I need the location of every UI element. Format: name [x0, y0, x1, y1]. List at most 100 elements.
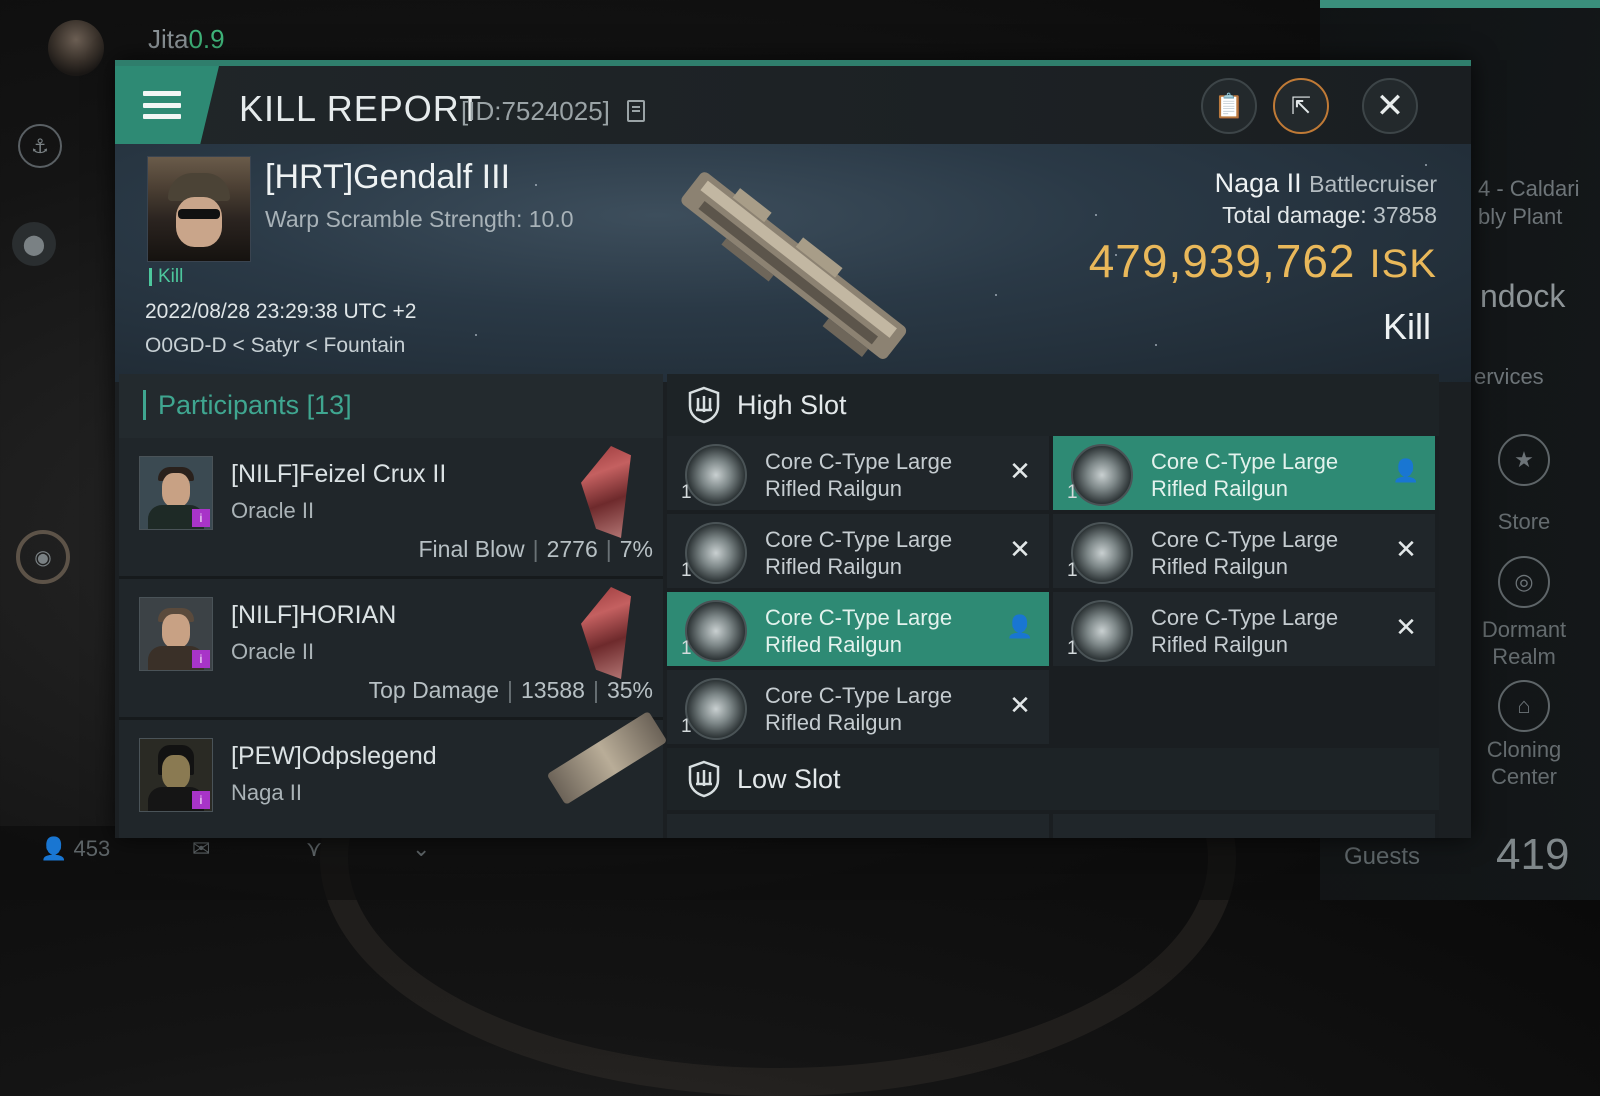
victim-ship-image[interactable] — [645, 154, 945, 374]
hamburger-icon — [143, 91, 181, 119]
railgun-icon — [685, 444, 747, 506]
high-slot-icon — [688, 386, 720, 424]
railgun-icon — [685, 600, 747, 662]
guests-count: 419 — [1496, 830, 1570, 879]
location-pin-icon[interactable]: ⬤ — [12, 222, 56, 266]
railgun-icon — [1071, 600, 1133, 662]
participant-portrait: i — [139, 597, 213, 671]
kill-id: [ID:7524025] — [461, 96, 610, 126]
store-label[interactable]: Store — [1472, 508, 1576, 535]
low-slot-label: Low Slot — [737, 764, 841, 794]
victim-portrait[interactable] — [147, 156, 251, 262]
kill-tag: Kill — [149, 267, 183, 286]
station-name-fragment: 4 - Caldari — [1478, 176, 1580, 201]
module-quantity: 1 — [681, 482, 692, 503]
participant-row[interactable]: i [NILF]HORIAN Oracle II Top Damage | 1358… — [119, 579, 663, 720]
mail-icon[interactable]: ✉ — [192, 836, 210, 862]
dormant-realm-label[interactable]: Dormant Realm — [1472, 616, 1576, 670]
fitting-module[interactable]: 1 Core C-Type Large Rifled Railgun ✕ — [1053, 514, 1435, 588]
railgun-icon — [1071, 522, 1133, 584]
chevron-down-icon[interactable]: ⌄ — [412, 836, 430, 862]
module-quantity: 1 — [1067, 482, 1078, 503]
corp-badge-icon: i — [192, 509, 210, 527]
isk-value: 479,939,762 ISK — [1088, 235, 1437, 287]
share-button[interactable]: ⇱ — [1273, 78, 1329, 134]
close-icon: ✕ — [1375, 87, 1405, 125]
railgun-icon — [685, 678, 747, 740]
participant-name: [PEW]Odpslegend — [231, 742, 437, 770]
pilots-online[interactable]: 👤 453 — [40, 836, 110, 862]
participant-row[interactable]: i [NILF]Feizel Crux II Oracle II Final B… — [119, 438, 663, 579]
cloning-center-icon[interactable]: ⌂ — [1498, 680, 1550, 732]
anchor-icon[interactable]: ⚓ — [18, 124, 62, 168]
kill-location[interactable]: O0GD-D < Satyr < Fountain — [145, 334, 405, 358]
share-icon: ⇱ — [1290, 92, 1312, 120]
participant-portrait: i — [139, 456, 213, 530]
radar-icon[interactable]: ◉ — [16, 530, 70, 584]
cloning-center-label[interactable]: Cloning Center — [1472, 736, 1576, 790]
participant-ship: Oracle II — [231, 498, 315, 523]
high-slot-label: High Slot — [737, 390, 847, 420]
kill-report-window: KILL REPORT [ID:7524025] 📋 ⇱ ✕ [HRT]Gend… — [115, 60, 1471, 838]
destroyed-x-icon: ✕ — [1009, 534, 1031, 564]
right-panel-accent — [1320, 0, 1600, 8]
fitting-module[interactable]: 1 Core C-Type Large Rifled Railgun 👤 — [1053, 436, 1435, 510]
fleet-icon[interactable]: ⋎ — [306, 836, 322, 862]
module-name: Core C-Type Large Rifled Railgun — [1151, 527, 1339, 579]
destroyed-x-icon: ✕ — [1009, 456, 1031, 486]
destroyed-x-icon: ✕ — [1009, 690, 1031, 720]
system-name[interactable]: Jita0.9 — [148, 24, 225, 55]
module-name: Core C-Type Large Rifled Railgun — [765, 683, 953, 735]
oracle-ship-icon — [581, 446, 631, 538]
low-slot-header: Low Slot — [667, 748, 1439, 810]
services-header: ervices — [1474, 364, 1544, 389]
result-label: Kill — [1382, 306, 1431, 347]
module-quantity: 1 — [681, 638, 692, 659]
railgun-icon — [685, 522, 747, 584]
module-name: Core C-Type Large Rifled Railgun — [765, 527, 953, 579]
naga-ship-icon — [546, 710, 668, 806]
destroyed-x-icon: ✕ — [1395, 534, 1417, 564]
high-slot-header: High Slot — [667, 374, 1439, 436]
participant-ship: Naga II — [231, 780, 302, 805]
menu-button[interactable] — [115, 66, 219, 144]
close-button[interactable]: ✕ — [1362, 78, 1418, 134]
participant-stats: Top Damage | 13588 | 35% — [368, 677, 653, 703]
fitting-module[interactable]: 1 Core C-Type Large Rifled Railgun ✕ — [667, 670, 1049, 744]
pilot-avatar[interactable] — [48, 20, 104, 76]
copy-icon[interactable] — [627, 100, 645, 122]
undock-button[interactable]: ndock — [1480, 278, 1565, 315]
module-quantity: 1 — [1067, 638, 1078, 659]
clipboard-icon: 📋 — [1214, 92, 1244, 120]
module-name: Core C-Type Large Rifled Railgun — [765, 605, 953, 657]
victim-ship[interactable]: Naga II Battlecruiser — [1215, 168, 1437, 199]
clipboard-button[interactable]: 📋 — [1201, 78, 1257, 134]
victim-name[interactable]: [HRT]Gendalf III — [265, 158, 510, 197]
participant-name: [NILF]Feizel Crux II — [231, 460, 447, 488]
participant-stats: Final Blow | 2776 | 7% — [418, 536, 654, 562]
store-icon[interactable]: ★ — [1498, 434, 1550, 486]
participants-header[interactable]: Participants [13] — [119, 374, 663, 438]
victim-banner: [HRT]Gendalf III Warp Scramble Strength:… — [115, 144, 1471, 382]
guests-label[interactable]: Guests — [1344, 843, 1420, 871]
fitting-module-partial[interactable] — [1053, 814, 1435, 838]
kill-time: 2022/08/28 23:29:38 UTC +2 — [145, 300, 417, 323]
module-quantity: 1 — [681, 716, 692, 737]
module-quantity: 1 — [681, 560, 692, 581]
fitting-module-partial[interactable] — [667, 814, 1049, 838]
fitting-module[interactable]: 1 Core C-Type Large Rifled Railgun ✕ — [667, 436, 1049, 510]
participant-ship: Oracle II — [231, 639, 315, 664]
participant-row[interactable]: i [PEW]Odpslegend Naga II — [119, 710, 668, 838]
person-icon: 👤 — [40, 836, 68, 861]
fitting-module[interactable]: 1 Core C-Type Large Rifled Railgun 👤 — [667, 592, 1049, 666]
corp-badge-icon: i — [192, 791, 210, 809]
module-name: Core C-Type Large Rifled Railgun — [765, 449, 953, 501]
dropped-person-icon: 👤 — [1392, 458, 1420, 483]
participant-name: [NILF]HORIAN — [231, 601, 397, 629]
window-title: KILL REPORT — [239, 88, 483, 129]
fitting-module[interactable]: 1 Core C-Type Large Rifled Railgun ✕ — [1053, 592, 1435, 666]
corp-badge-icon: i — [192, 650, 210, 668]
dormant-realm-icon[interactable]: ◎ — [1498, 556, 1550, 608]
fitting-module[interactable]: 1 Core C-Type Large Rifled Railgun ✕ — [667, 514, 1049, 588]
module-name: Core C-Type Large Rifled Railgun — [1151, 449, 1339, 501]
